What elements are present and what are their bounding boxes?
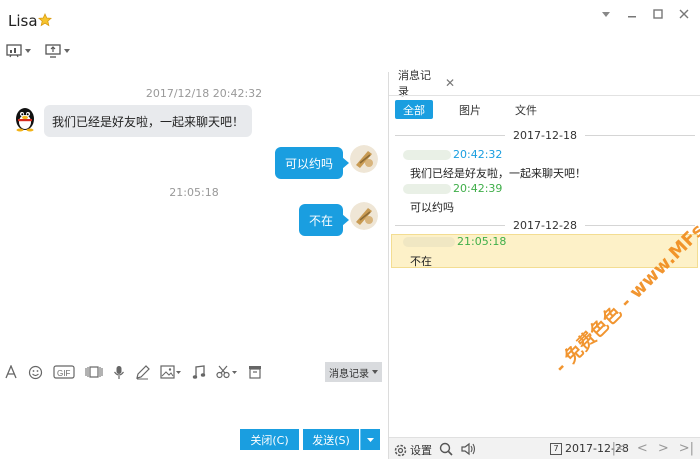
entry-time: 21:05:18 (457, 235, 507, 248)
search-icon[interactable] (439, 442, 453, 456)
send-button[interactable]: 发送(S) (303, 429, 359, 450)
avatar[interactable] (350, 145, 378, 173)
font-icon[interactable] (4, 362, 18, 382)
send-options-button[interactable] (360, 429, 380, 450)
history-filters: 全部 图片 文件 (395, 100, 545, 119)
emoji-icon[interactable] (28, 362, 43, 382)
history-entry-text[interactable]: 不在 (410, 253, 432, 269)
chat-area[interactable]: 2017/12/18 20:42:32 我们已经是好友啦，一起来聊天吧！ 可以约… (0, 72, 388, 360)
tab-divider (389, 95, 700, 96)
close-icon[interactable] (678, 8, 690, 20)
chevron-down-icon (25, 49, 31, 53)
screen-share-icon (45, 44, 61, 58)
close-button[interactable]: 关闭(C) (240, 429, 299, 450)
outgoing-message[interactable]: 可以约吗 (274, 147, 350, 179)
pen-icon[interactable] (135, 362, 150, 382)
filter-images[interactable]: 图片 (451, 100, 489, 119)
prev-page-icon[interactable]: < (637, 441, 648, 456)
date-separator: 2017-12-28 (395, 218, 695, 232)
history-button-label: 消息记录 (329, 368, 369, 380)
history-navigation: |< < > >| (612, 441, 694, 456)
last-page-icon[interactable]: >| (679, 441, 694, 456)
penguin-icon (10, 104, 40, 134)
sender-name-blurred (403, 237, 455, 247)
close-icon[interactable]: ✕ (445, 76, 455, 90)
whiteboard-tool[interactable] (6, 44, 31, 58)
sender-name-blurred (403, 184, 451, 194)
star-icon[interactable] (38, 13, 52, 27)
avatar[interactable] (10, 104, 40, 134)
mic-icon[interactable] (113, 362, 125, 382)
history-entry-text[interactable]: 我们已经是好友啦，一起来聊天吧！ (410, 165, 586, 181)
music-icon[interactable] (192, 362, 206, 382)
tab-message-history[interactable]: 消息记录 ✕ (389, 69, 455, 98)
date-label: 2017-12-28 (513, 218, 577, 232)
chart-board-icon (6, 44, 22, 58)
incoming-message[interactable]: 我们已经是好友啦，一起来聊天吧！ (44, 105, 253, 137)
message-timestamp: 2017/12/18 20:42:32 (145, 87, 263, 100)
entry-time: 20:42:32 (453, 148, 503, 161)
history-entry-meta: 21:05:18 (403, 235, 506, 248)
outgoing-message[interactable]: 不在 (298, 204, 350, 236)
history-bottom-bar: 设置 7 2017-12-28 |< < > >| (389, 437, 700, 459)
first-page-icon[interactable]: |< (612, 441, 627, 456)
speaker-icon[interactable] (461, 442, 477, 456)
chevron-down-icon (372, 370, 378, 374)
screen-share-tool[interactable] (45, 44, 70, 58)
next-page-icon[interactable]: > (658, 441, 669, 456)
gear-icon (394, 444, 407, 456)
svg-text:GIF: GIF (57, 369, 70, 378)
video-icon[interactable] (85, 362, 103, 382)
history-entry-meta: 20:42:32 (403, 148, 502, 161)
minimize-icon[interactable] (626, 8, 638, 20)
avatar[interactable] (350, 202, 378, 230)
settings-button[interactable]: 设置 (394, 442, 432, 458)
filter-files[interactable]: 文件 (507, 100, 545, 119)
sender-name-blurred (403, 150, 451, 160)
chevron-down-icon[interactable] (600, 8, 612, 20)
window-controls (600, 8, 690, 20)
calendar-icon: 7 (550, 442, 562, 455)
scissors-icon[interactable] (216, 362, 238, 382)
archive-icon[interactable] (248, 362, 262, 382)
contact-name[interactable]: Lisa (8, 12, 38, 30)
date-label: 2017-12-18 (513, 128, 577, 142)
chevron-down-icon (367, 437, 374, 442)
filter-all[interactable]: 全部 (395, 100, 433, 119)
message-input[interactable] (0, 385, 388, 429)
image-icon[interactable] (160, 362, 182, 382)
message-timestamp: 21:05:18 (169, 186, 219, 199)
entry-time: 20:42:39 (453, 182, 503, 195)
date-separator: 2017-12-18 (395, 128, 695, 142)
gif-icon[interactable]: GIF (53, 362, 75, 382)
chevron-down-icon (64, 49, 70, 53)
title-bar: Lisa (0, 0, 700, 38)
settings-label: 设置 (410, 444, 432, 457)
top-toolbar (6, 44, 70, 58)
message-history-button[interactable]: 消息记录 (325, 362, 382, 382)
maximize-icon[interactable] (652, 8, 664, 20)
history-entry-text[interactable]: 可以约吗 (410, 199, 454, 215)
history-entry-meta: 20:42:39 (403, 182, 502, 195)
